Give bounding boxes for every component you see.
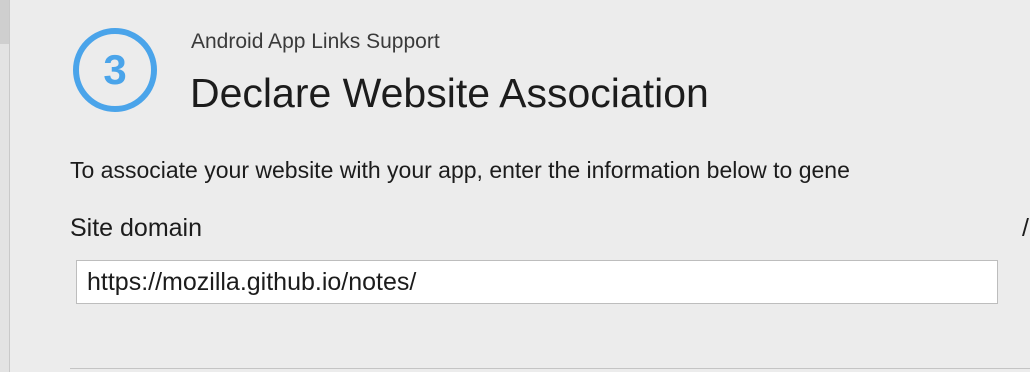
site-domain-input[interactable] <box>76 260 998 304</box>
clipped-label-glyph: / <box>1022 214 1029 242</box>
step-number-badge: 3 <box>73 28 157 112</box>
step-number: 3 <box>103 46 127 93</box>
section-divider <box>70 368 1030 369</box>
wizard-subtitle: Android App Links Support <box>191 30 440 53</box>
site-domain-label: Site domain <box>70 214 203 242</box>
instructions-text: To associate your website with your app,… <box>70 157 850 183</box>
page-title: Declare Website Association <box>190 70 709 116</box>
left-panel-tab <box>0 0 9 44</box>
left-panel-edge <box>0 0 10 372</box>
